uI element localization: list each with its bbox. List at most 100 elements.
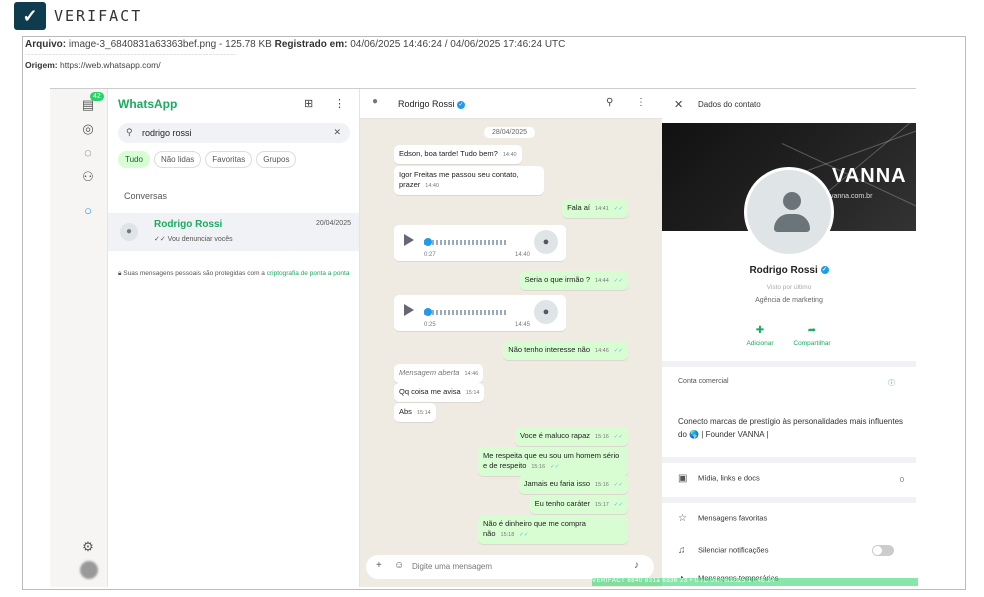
read-receipt-icon: ✓✓ bbox=[613, 348, 623, 354]
chat-search-icon[interactable]: ⚲ bbox=[606, 97, 613, 108]
message-input[interactable]: Digite uma mensagem bbox=[412, 562, 492, 571]
encryption-link[interactable]: criptografia de ponta a ponta bbox=[267, 270, 350, 277]
voice-duration: 0:25 bbox=[424, 322, 436, 328]
filter-chips: Tudo Não lidas Favoritas Grupos bbox=[118, 151, 297, 168]
date-pill: 28/04/2025 bbox=[484, 127, 536, 138]
audio-waveform[interactable] bbox=[424, 310, 508, 315]
media-count: 0 bbox=[899, 475, 904, 484]
origin-label: Origem: bbox=[25, 60, 58, 70]
outgoing-message[interactable]: Jamais eu faria isso 15:16 ✓✓ bbox=[518, 475, 628, 494]
message-text: Fala aí bbox=[567, 203, 591, 212]
message-time: 14:40 bbox=[502, 152, 517, 158]
read-receipt-icon: ✓✓ bbox=[550, 464, 560, 470]
chat-avatar-icon: ● bbox=[372, 96, 379, 107]
chat-menu-icon[interactable]: ⋮ bbox=[636, 97, 646, 108]
audio-waveform[interactable] bbox=[424, 240, 508, 245]
meta-ai-icon[interactable]: ○ bbox=[80, 203, 96, 219]
nav-rail: ▤ 42 ◎ ◌ ⚇ ○ ⚙ bbox=[50, 89, 108, 587]
conversation-panel: ● Rodrigo Rossi ✓ ⚲ ⋮ 28/04/2025 Edson, … bbox=[360, 89, 662, 587]
message-text: Jamais eu faria isso bbox=[523, 479, 591, 488]
verifact-watermark: VERIFACT 6840 831a 6336 23 • UTC 04/06/2… bbox=[592, 578, 918, 586]
file-label: Arquivo: bbox=[25, 39, 67, 50]
incoming-message[interactable]: Igor Freitas me passou seu contato, praz… bbox=[394, 166, 544, 195]
incoming-message[interactable]: Mensagem aberta 14:46 bbox=[394, 364, 484, 383]
business-account-label: Conta comercial bbox=[678, 378, 729, 385]
message-time: 15:18 bbox=[500, 532, 515, 538]
outgoing-message[interactable]: Fala aí 14:41 ✓✓ bbox=[562, 199, 628, 218]
message-time: 14:46 bbox=[464, 371, 479, 377]
search-bar[interactable]: ⚲ rodrigo rossi ✕ bbox=[118, 123, 350, 143]
voice-message[interactable]: ● 0:25 14:45 bbox=[394, 295, 566, 331]
message-time: 15:17 bbox=[595, 502, 609, 508]
clear-search-icon[interactable]: ✕ bbox=[333, 127, 341, 138]
incoming-message[interactable]: Abs 15:14 bbox=[394, 403, 436, 422]
search-icon: ⚲ bbox=[126, 127, 133, 137]
voice-message[interactable]: ● 0:27 14:40 bbox=[394, 225, 566, 261]
chip-groups[interactable]: Grupos bbox=[256, 151, 297, 168]
hash-line: ∙∙∙∙∙∙∙∙∙∙∙∙∙∙∙∙∙∙∙∙∙∙∙∙∙∙∙∙∙∙∙∙∙∙∙∙∙∙∙∙… bbox=[25, 52, 237, 58]
microphone-icon[interactable]: ♪ bbox=[634, 560, 639, 571]
outgoing-message[interactable]: Não tenho interesse não 14:46 ✓✓ bbox=[503, 341, 628, 360]
conversation-date: 20/04/2025 bbox=[315, 220, 351, 227]
outgoing-message[interactable]: Voce é maluco rapaz 15:16 ✓✓ bbox=[514, 427, 628, 446]
message-text: Voce é maluco rapaz bbox=[519, 431, 591, 440]
search-input[interactable]: rodrigo rossi bbox=[142, 128, 192, 138]
file-value: image-3_6840831a63363bef.png - 125.78 KB bbox=[68, 39, 272, 50]
mute-notifications-row[interactable]: ♫ Silenciar notificações bbox=[678, 545, 904, 556]
outgoing-message[interactable]: Não é dinheiro que me compra não 15:18 ✓✓ bbox=[478, 515, 628, 544]
incoming-message[interactable]: Qq coisa me avisa 15:14 bbox=[394, 383, 485, 402]
message-text: Abs bbox=[399, 407, 412, 416]
communities-icon[interactable]: ⚇ bbox=[80, 169, 96, 185]
message-text: Não tenho interesse não bbox=[508, 345, 591, 354]
contact-info-panel: ✕ Dados do contato VANNA vanna.com.br Ro… bbox=[662, 89, 916, 587]
app-title: WhatsApp bbox=[118, 97, 178, 111]
media-links-docs-row[interactable]: ▣ Mídia, links e docs 0 bbox=[678, 473, 904, 484]
close-icon[interactable]: ✕ bbox=[674, 98, 683, 111]
chip-all[interactable]: Tudo bbox=[118, 151, 150, 168]
about-text: Conecto marcas de prestígio às personali… bbox=[678, 417, 904, 439]
message-time: 14:45 bbox=[514, 322, 530, 328]
sticker-icon[interactable]: ☺ bbox=[394, 560, 404, 571]
outgoing-message[interactable]: Eu tenho caráter 15:17 ✓✓ bbox=[529, 495, 628, 514]
profile-photo[interactable] bbox=[744, 167, 834, 257]
message-text: Eu tenho caráter bbox=[534, 499, 591, 508]
read-receipt-icon: ✓✓ bbox=[613, 502, 623, 508]
add-user-icon: ✚ bbox=[755, 325, 765, 336]
menu-icon[interactable]: ⋮ bbox=[334, 97, 345, 110]
incoming-message[interactable]: Edson, boa tarde! Tudo bem? 14:40 bbox=[394, 145, 522, 164]
section-label: Conversas bbox=[124, 191, 168, 201]
message-text: Mensagem aberta bbox=[399, 368, 460, 377]
profile-name: Rodrigo Rossi ✓ bbox=[749, 265, 829, 276]
conversation-item[interactable]: ● Rodrigo Rossi ✓✓ Vou denunciar vocês 2… bbox=[108, 213, 359, 251]
message-time: 14:44 bbox=[595, 278, 609, 284]
chip-unread[interactable]: Não lidas bbox=[153, 151, 202, 168]
play-icon[interactable] bbox=[404, 234, 414, 246]
verifact-header: ✓ VERIFACT bbox=[0, 0, 984, 36]
sender-avatar-icon: ● bbox=[534, 230, 558, 254]
outgoing-message[interactable]: Me respeita que eu sou um homem sério e … bbox=[478, 447, 628, 476]
conversation-name: Rodrigo Rossi bbox=[154, 219, 223, 230]
share-contact-button[interactable]: ➦ Compartilhar bbox=[782, 325, 842, 347]
verified-badge-icon: ✓ bbox=[820, 266, 829, 275]
message-time: 14:46 bbox=[595, 348, 609, 354]
chat-header[interactable]: ● Rodrigo Rossi ✓ ⚲ ⋮ bbox=[360, 89, 662, 119]
settings-gear-icon[interactable]: ⚙ bbox=[80, 539, 96, 555]
play-icon[interactable] bbox=[404, 304, 414, 316]
contact-info-header: ✕ Dados do contato bbox=[662, 89, 916, 121]
channels-icon[interactable]: ◌ bbox=[80, 145, 96, 161]
info-circle-icon[interactable]: ⓘ bbox=[888, 378, 895, 388]
chip-favorites[interactable]: Favoritas bbox=[205, 151, 253, 168]
add-contact-button[interactable]: ✚ Adicionar bbox=[730, 325, 790, 347]
outgoing-message[interactable]: Seria o que irmão ? 14:44 ✓✓ bbox=[519, 271, 628, 290]
profile-status: Visto por último bbox=[766, 284, 812, 291]
unread-badge: 42 bbox=[90, 92, 104, 101]
favorite-messages-row[interactable]: ☆ Mensagens favoritas bbox=[678, 513, 904, 524]
attach-plus-icon[interactable]: + bbox=[376, 560, 382, 571]
profile-avatar[interactable] bbox=[80, 561, 98, 579]
sender-avatar-icon: ● bbox=[534, 300, 558, 324]
registered-label: Registrado em: bbox=[274, 39, 348, 50]
new-chat-icon[interactable]: ⊞ bbox=[304, 97, 313, 110]
mute-toggle[interactable] bbox=[872, 545, 894, 556]
status-icon[interactable]: ◎ bbox=[80, 121, 96, 137]
contact-info-title: Dados do contato bbox=[698, 100, 761, 109]
